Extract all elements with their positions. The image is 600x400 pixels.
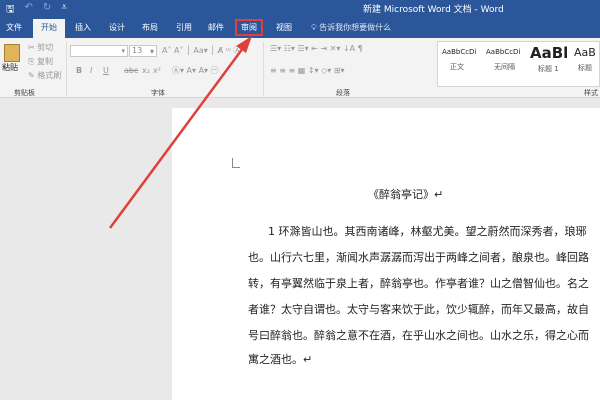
annotation-arrow [108, 36, 252, 229]
